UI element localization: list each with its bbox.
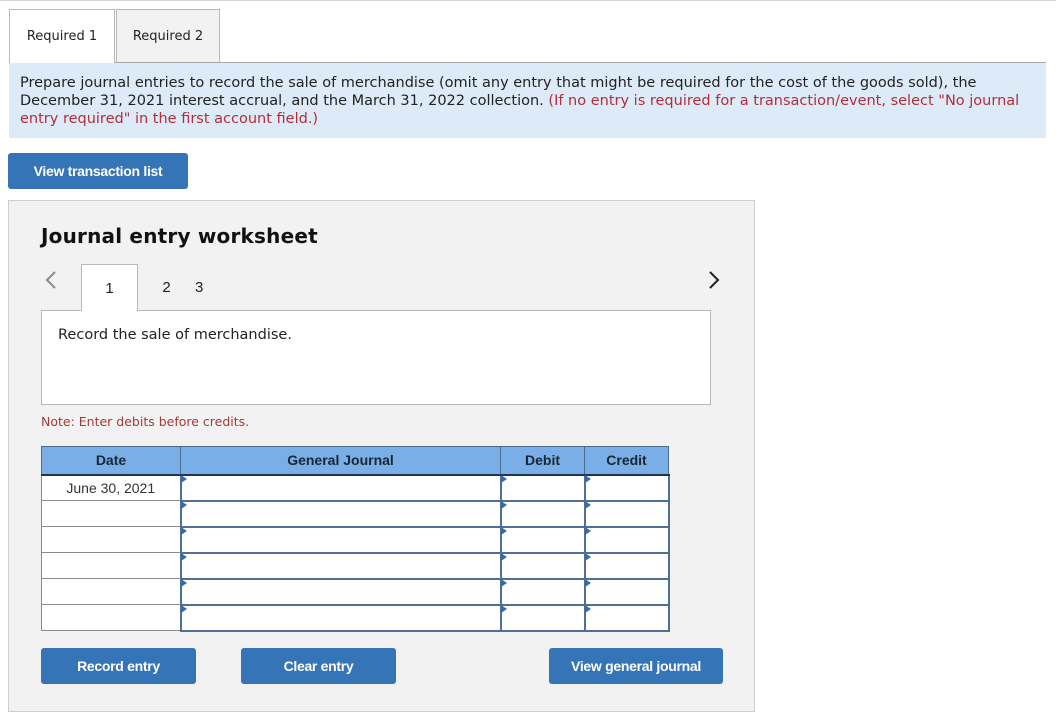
date-cell [41,604,181,631]
journal-row: June 30, 2021 [41,473,670,502]
journal-row [41,525,670,554]
step-tab-3[interactable]: 3 [195,264,253,310]
dropdown-marker-icon [500,526,507,535]
credit-field[interactable] [585,580,668,603]
tab-required-1[interactable]: Required 1 [9,9,115,63]
dropdown-marker-icon [584,552,591,561]
debit-field-cell [499,499,586,528]
credit-field-cell [583,499,670,528]
date-cell [41,552,181,579]
credit-field-cell [583,473,670,502]
account-field[interactable] [181,580,500,603]
credit-field[interactable] [585,528,668,551]
account-field[interactable] [181,476,500,499]
credit-field-cell [583,525,670,554]
journal-header-row: Date General Journal Debit Credit [41,446,669,476]
credit-field-cell [583,577,670,606]
step-tabs: 1 2 3 [81,264,253,311]
debit-field[interactable] [501,502,584,525]
debits-credits-note: Note: Enter debits before credits. [41,414,250,429]
date-cell: June 30, 2021 [41,474,181,501]
account-field[interactable] [181,554,500,577]
dropdown-marker-icon [500,604,507,613]
account-field[interactable] [181,502,500,525]
date-cell [41,500,181,527]
instructions-box: Prepare journal entries to record the sa… [9,63,1046,138]
view-general-journal-button[interactable]: View general journal [549,648,723,684]
journal-row [41,551,670,580]
account-field-cell [179,473,502,502]
debit-field[interactable] [501,528,584,551]
dropdown-marker-icon [180,526,187,535]
journal-entry-worksheet-panel: Journal entry worksheet 1 2 3 Record the… [8,200,755,712]
dropdown-marker-icon [180,552,187,561]
journal-row [41,499,670,528]
clear-entry-button[interactable]: Clear entry [241,648,396,684]
dropdown-marker-icon [180,604,187,613]
chevron-left-icon[interactable] [43,267,59,293]
dropdown-marker-icon [584,474,591,483]
account-field[interactable] [181,606,500,629]
journal-row [41,603,670,632]
worksheet-title: Journal entry worksheet [41,224,318,248]
credit-field[interactable] [585,606,668,629]
date-cell [41,526,181,553]
account-field-cell [179,577,502,606]
dropdown-marker-icon [500,552,507,561]
debit-field[interactable] [501,606,584,629]
account-field-cell [179,603,502,632]
record-entry-button[interactable]: Record entry [41,648,196,684]
dropdown-marker-icon [584,604,591,613]
journal-row [41,577,670,606]
step-tab-1[interactable]: 1 [81,264,138,311]
dropdown-marker-icon [180,474,187,483]
dropdown-marker-icon [584,526,591,535]
tab-required-2[interactable]: Required 2 [116,9,220,63]
header-credit: Credit [584,446,669,476]
account-field-cell [179,551,502,580]
debit-field-cell [499,525,586,554]
journal-table: Date General Journal Debit Credit June 3… [41,446,670,632]
step-tab-2[interactable]: 2 [138,264,195,310]
header-date: Date [41,446,181,476]
dropdown-marker-icon [584,578,591,587]
debit-field-cell [499,603,586,632]
debit-field[interactable] [501,554,584,577]
credit-field-cell [583,603,670,632]
credit-field[interactable] [585,502,668,525]
view-transaction-list-button[interactable]: View transaction list [8,153,188,189]
dropdown-marker-icon [180,500,187,509]
active-tab-joint [82,309,137,311]
debit-field[interactable] [501,476,584,499]
chevron-right-icon[interactable] [706,267,722,293]
requirement-tabs: Required 1 Required 2 [9,9,220,63]
account-field-cell [179,499,502,528]
dropdown-marker-icon [584,500,591,509]
debit-field[interactable] [501,580,584,603]
credit-field[interactable] [585,476,668,499]
dropdown-marker-icon [500,500,507,509]
dropdown-marker-icon [500,474,507,483]
entry-description: Record the sale of merchandise. [58,327,292,343]
dropdown-marker-icon [180,578,187,587]
credit-field-cell [583,551,670,580]
header-general-journal: General Journal [180,446,501,476]
top-divider [0,0,1056,1]
debit-field-cell [499,473,586,502]
date-cell [41,578,181,605]
debit-field-cell [499,551,586,580]
account-field-cell [179,525,502,554]
entry-description-box: Record the sale of merchandise. [41,310,711,405]
header-debit: Debit [500,446,585,476]
dropdown-marker-icon [500,578,507,587]
account-field[interactable] [181,528,500,551]
credit-field[interactable] [585,554,668,577]
debit-field-cell [499,577,586,606]
